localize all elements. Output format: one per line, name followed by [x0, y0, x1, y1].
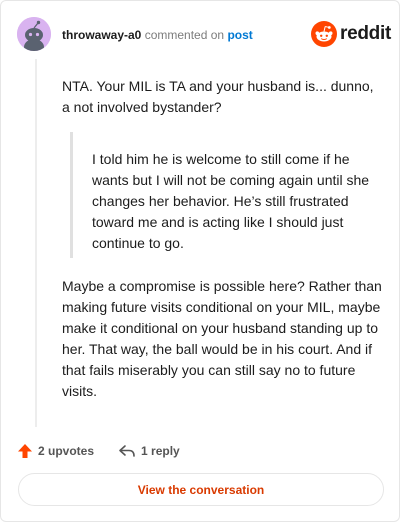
reddit-brand[interactable]: reddit	[311, 21, 391, 47]
reply-count: 1 reply	[141, 444, 180, 458]
comment-paragraph: NTA. Your MIL is TA and your husband is.…	[62, 78, 374, 115]
comment-actions: 2 upvotes 1 reply	[17, 441, 180, 461]
reply-arrow-icon	[119, 445, 135, 457]
comment-paragraph: Maybe a compromise is possible here? Rat…	[62, 278, 382, 399]
post-link[interactable]: post	[227, 28, 252, 42]
user-avatar-icon[interactable]	[17, 17, 51, 51]
thread-line[interactable]	[35, 59, 37, 427]
comment-blockquote: I told him he is welcome to still come i…	[92, 151, 370, 251]
embedded-comment-card: throwaway-a0 commented on post reddit NT…	[0, 0, 400, 522]
view-conversation-button[interactable]: View the conversation	[18, 473, 384, 506]
upvote-count: 2 upvotes	[38, 444, 95, 458]
reddit-wordmark: reddit	[340, 23, 391, 44]
upvote-arrow-icon	[18, 444, 32, 458]
blockquote-bar	[70, 132, 73, 258]
reddit-logo-icon	[311, 21, 337, 47]
upvote-button[interactable]: 2 upvotes	[17, 443, 94, 459]
username-link[interactable]: throwaway-a0	[62, 28, 141, 42]
reply-button[interactable]: 1 reply	[118, 443, 180, 459]
comment-meta: throwaway-a0 commented on post	[62, 27, 253, 43]
commented-on-text: commented on	[144, 28, 225, 42]
